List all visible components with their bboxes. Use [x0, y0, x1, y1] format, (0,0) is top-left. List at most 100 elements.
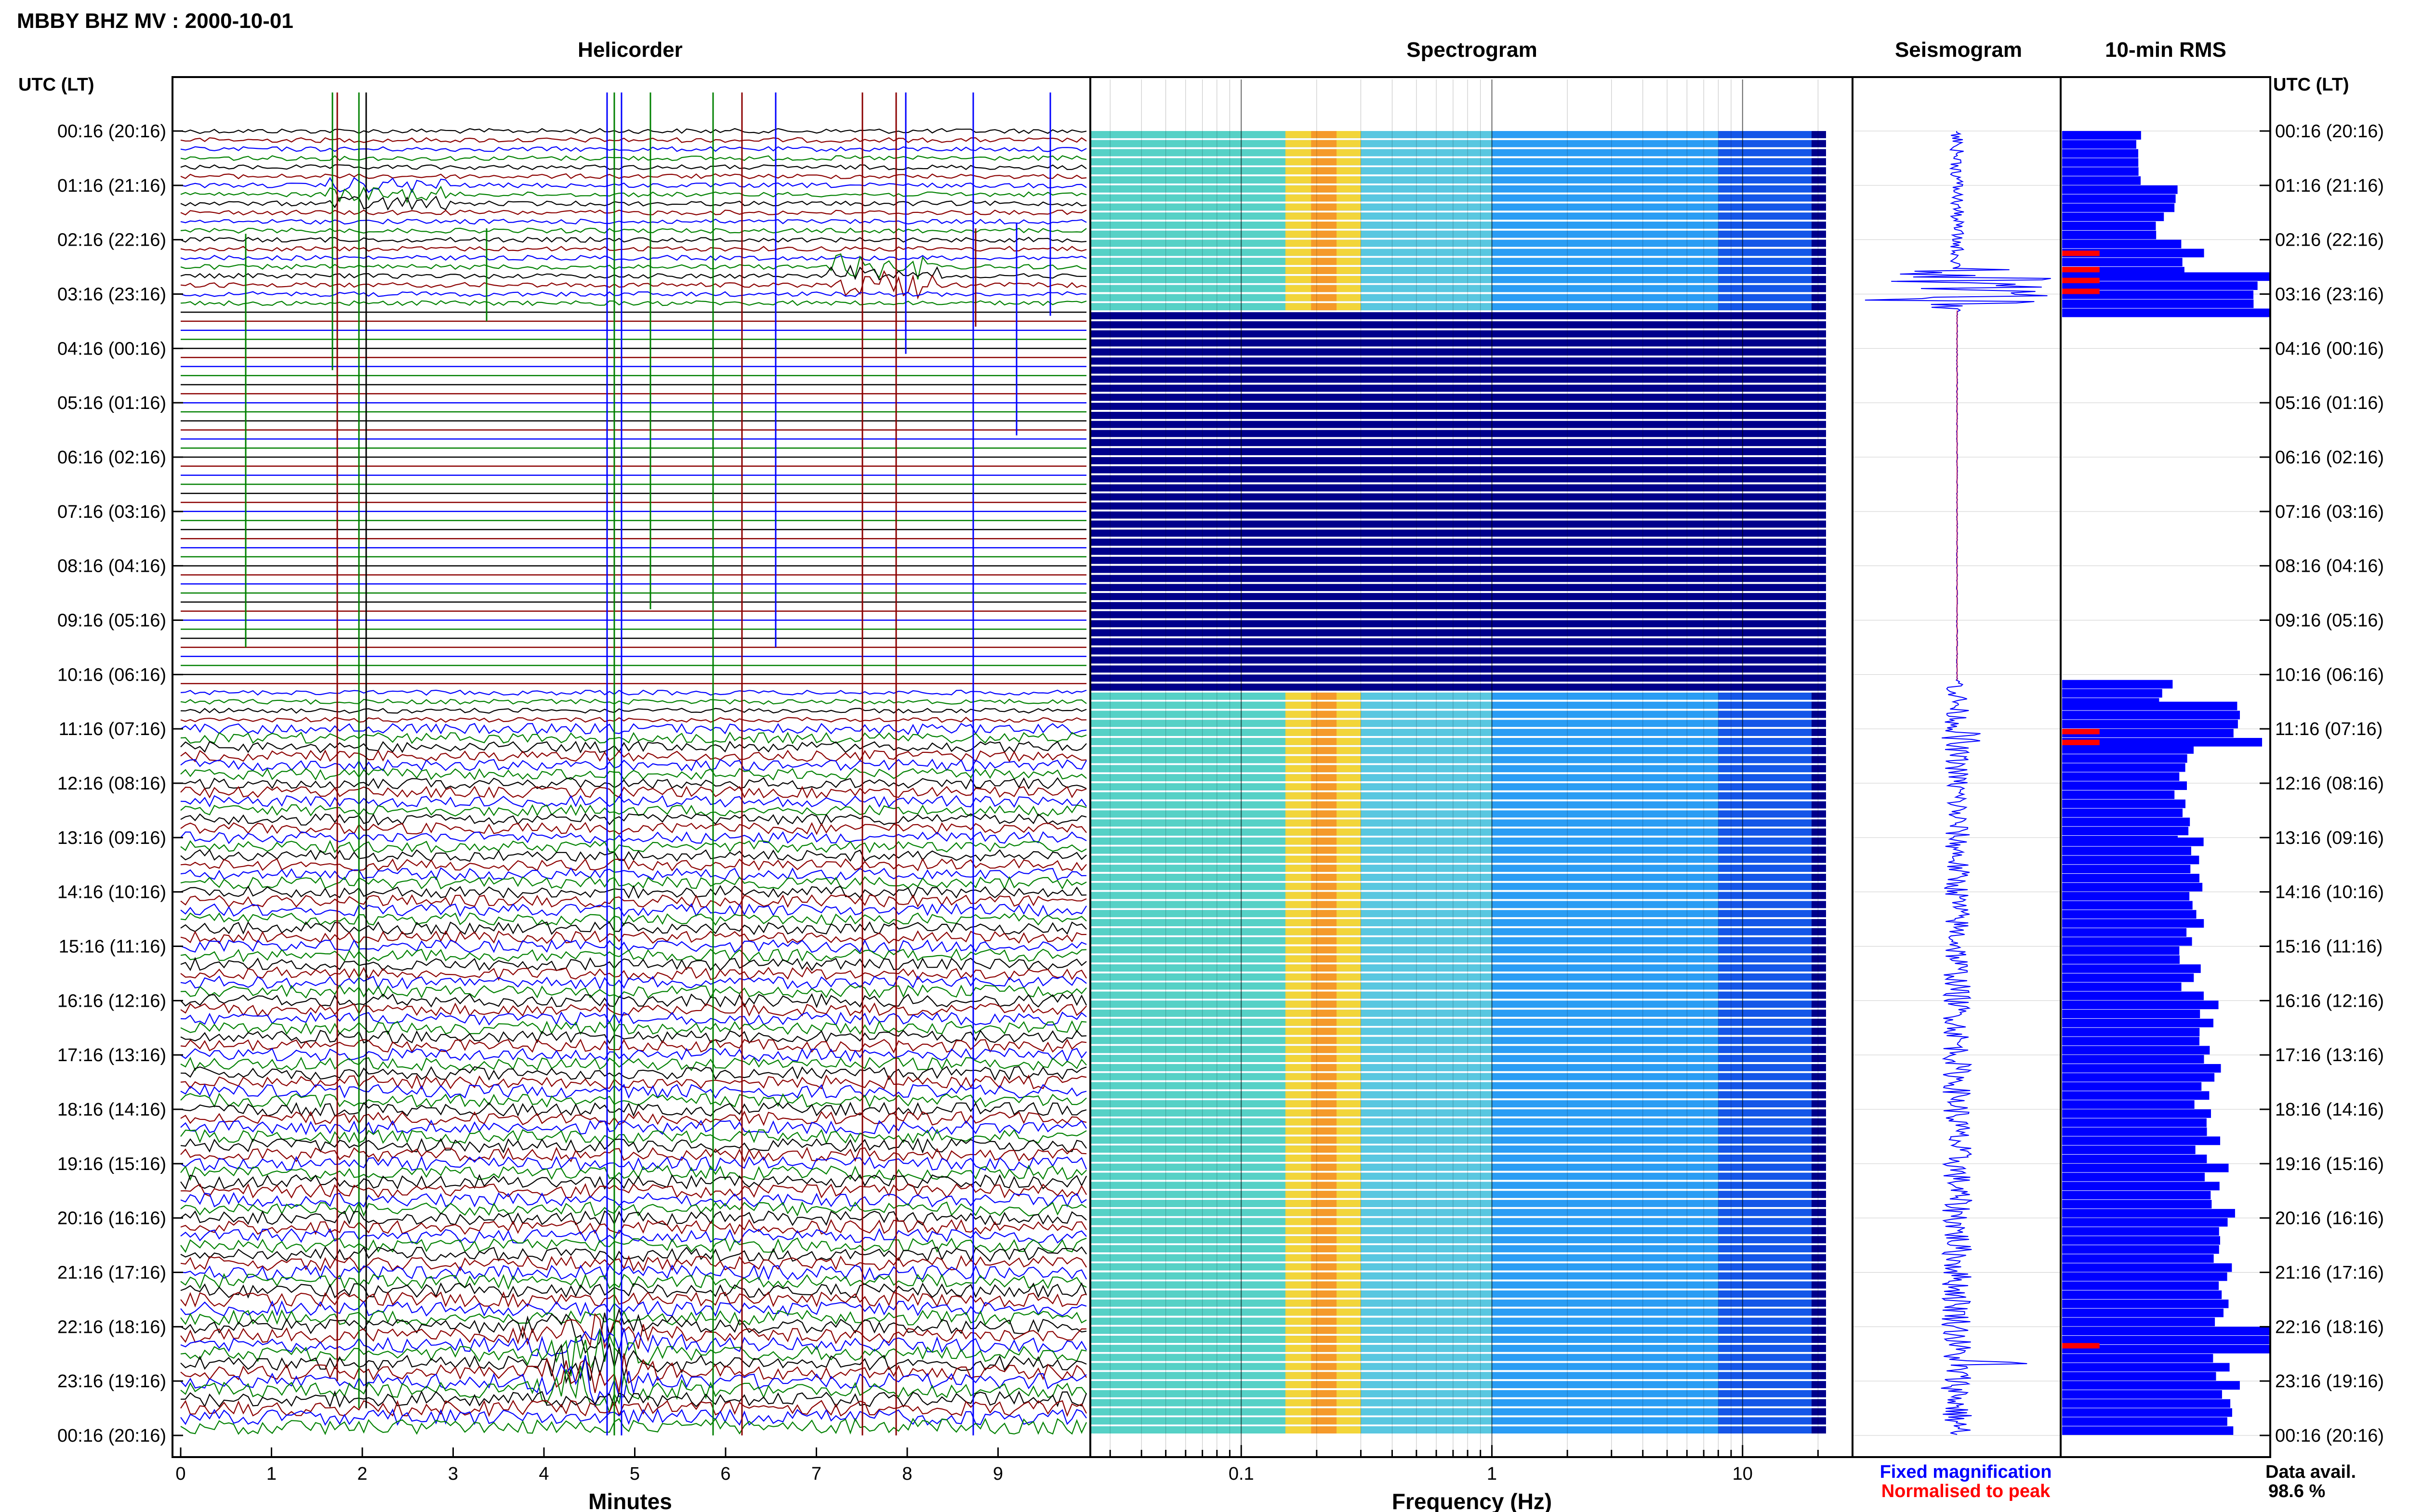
spectrogram-row-core	[1311, 1191, 1337, 1198]
rms-bar	[2062, 1227, 2219, 1236]
spectrogram-row-edge	[1812, 1227, 1826, 1235]
spectrogram-row-low	[1090, 1417, 1285, 1425]
spectrogram-row-high	[1718, 1390, 1826, 1397]
spectrogram-row-empty	[1090, 439, 1826, 447]
helicorder-panel: 0 1 2 3 4 5 6 7 8 9 Minutes	[172, 76, 1091, 1512]
spectrogram-row-edge	[1812, 1082, 1826, 1090]
spectrogram-row-high	[1718, 910, 1826, 918]
spectrogram-row-low	[1090, 874, 1285, 881]
left-time-tick-label: 00:16 (20:16)	[57, 121, 166, 142]
spectrogram-row-core	[1311, 801, 1337, 809]
spectrogram-row-core	[1311, 267, 1337, 274]
spectrogram-row-edge	[1812, 1363, 1826, 1370]
rms-bar	[2062, 701, 2237, 710]
spectrogram-row-empty	[1090, 493, 1826, 501]
spectrogram-row-high	[1718, 955, 1826, 963]
spectrogram-x-tick-label: 0.1	[1229, 1464, 1254, 1484]
rms-bar	[2062, 158, 2139, 167]
spectrogram-row-mid	[1361, 882, 1492, 890]
left-time-tick-label: 02:16 (22:16)	[57, 230, 166, 250]
spectrogram-row-mid	[1361, 149, 1492, 157]
spectrogram-row-edge	[1812, 1064, 1826, 1071]
rms-bar	[2062, 720, 2238, 729]
spectrogram-row-edge	[1812, 285, 1826, 292]
rms-bar	[2062, 1127, 2207, 1136]
spectrogram-row-core	[1311, 810, 1337, 818]
spectrogram-row-high	[1718, 212, 1826, 220]
spectrogram-row-edge	[1812, 1091, 1826, 1099]
spectrogram-row-edge	[1812, 203, 1826, 211]
data-avail-value: 98.6 %	[2268, 1481, 2325, 1501]
spectrogram-row-mid	[1361, 1290, 1492, 1298]
spectrogram-row-core	[1311, 855, 1337, 863]
spectrogram-row-core	[1311, 737, 1337, 745]
spectrogram-row-low	[1090, 946, 1285, 954]
spectrogram-row-high	[1718, 222, 1826, 229]
spectrogram-row-low	[1090, 892, 1285, 899]
spectrogram-row-high	[1718, 1381, 1826, 1388]
spectrogram-row-core	[1311, 1372, 1337, 1380]
spectrogram-row-high	[1718, 919, 1826, 926]
rms-bar	[2062, 772, 2180, 781]
spectrogram-row-low	[1090, 1308, 1285, 1316]
spectrogram-row-high	[1718, 1163, 1826, 1171]
right-time-tick-label: 05:16 (01:16)	[2275, 393, 2384, 413]
spectrogram-row-edge	[1812, 737, 1826, 745]
spectrogram-row-edge	[1812, 1000, 1826, 1008]
spectrogram-row-low	[1090, 747, 1285, 754]
spectrogram-row-edge	[1812, 928, 1826, 935]
spectrogram-row-high	[1718, 946, 1826, 954]
rms-bar	[2062, 1172, 2205, 1182]
rms-bar	[2062, 1408, 2232, 1417]
spectrogram-row-mid	[1361, 167, 1492, 175]
spectrogram-row-mid	[1361, 222, 1492, 229]
spectrogram-row-low	[1090, 991, 1285, 999]
spectrogram-row-low	[1090, 1155, 1285, 1162]
spectrogram-row-core	[1311, 1281, 1337, 1289]
spectrogram-row-high	[1718, 1073, 1826, 1080]
left-time-tick-label: 05:16 (01:16)	[57, 393, 166, 413]
spectrogram-row-high	[1718, 176, 1826, 184]
spectrogram-row-core	[1311, 1272, 1337, 1280]
spectrogram-row-mid	[1361, 810, 1492, 818]
spectrogram-row-low	[1090, 919, 1285, 926]
rms-bar	[2062, 919, 2204, 928]
spectrogram-row-edge	[1812, 991, 1826, 999]
spectrogram-row-high	[1718, 1010, 1826, 1017]
spectrogram-row-core	[1311, 982, 1337, 990]
rms-bar	[2062, 1155, 2207, 1163]
spectrogram-row-core	[1311, 149, 1337, 157]
spectrogram-row-core	[1311, 937, 1337, 945]
spectrogram-row-high	[1718, 167, 1826, 175]
spectrogram-row-empty	[1090, 684, 1826, 691]
spectrogram-row-low	[1090, 1037, 1285, 1044]
spectrogram-row-mid	[1361, 855, 1492, 863]
spectrogram-row-core	[1311, 1064, 1337, 1071]
spectrogram-row-empty	[1090, 403, 1826, 410]
spectrogram-row-high	[1718, 810, 1826, 818]
spectrogram-row-edge	[1812, 1281, 1826, 1289]
spectrogram-row-mid	[1361, 946, 1492, 954]
spectrogram-row-low	[1090, 212, 1285, 220]
right-time-tick-label: 06:16 (02:16)	[2275, 447, 2384, 468]
spectrogram-row-core	[1311, 1390, 1337, 1397]
rms-bar	[2062, 1046, 2210, 1055]
spectrogram-row-low	[1090, 1317, 1285, 1325]
spectrogram-row-core	[1311, 1118, 1337, 1126]
spectrogram-row-mid	[1361, 1254, 1492, 1262]
right-time-tick-label: 01:16 (21:16)	[2275, 176, 2384, 196]
spectrogram-row-mid	[1361, 1018, 1492, 1026]
spectrogram-row-high	[1718, 783, 1826, 790]
rms-bar	[2062, 1218, 2228, 1227]
spectrogram-row-mid	[1361, 1010, 1492, 1017]
spectrogram-row-empty	[1090, 539, 1826, 546]
spectrogram-row-edge	[1812, 1073, 1826, 1080]
helicorder-x-label: Minutes	[588, 1489, 672, 1512]
spectrogram-row-empty	[1090, 348, 1826, 356]
helicorder-title: Helicorder	[578, 38, 683, 62]
spectrogram-row-low	[1090, 1281, 1285, 1289]
rms-bar	[2062, 1191, 2211, 1200]
spectrogram-row-mid	[1361, 828, 1492, 836]
spectrogram-row-high	[1718, 1182, 1826, 1189]
rms-bar	[2062, 258, 2183, 267]
